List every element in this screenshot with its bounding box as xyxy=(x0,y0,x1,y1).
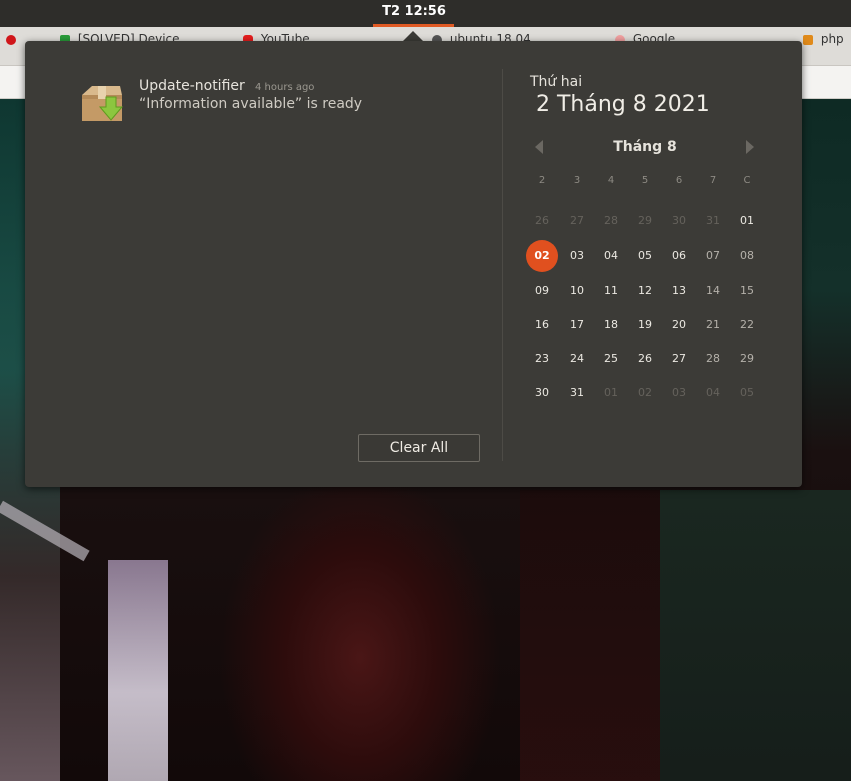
calendar-day[interactable]: 31 xyxy=(696,211,730,231)
calendar-day[interactable]: 20 xyxy=(662,315,696,335)
day-header: 4 xyxy=(607,175,615,186)
calendar-day[interactable]: 08 xyxy=(730,246,764,266)
calendar-day[interactable]: 01 xyxy=(594,383,628,403)
browser-tab-label: php xyxy=(820,32,844,46)
calendar-day[interactable]: 10 xyxy=(560,281,594,301)
calendar-weekday: Thứ hai xyxy=(530,74,583,90)
calendar-week-row: 26 27 28 29 30 31 01 xyxy=(525,211,765,231)
day-header: C xyxy=(743,175,751,186)
top-panel: T2 12:56 xyxy=(0,0,851,27)
calendar-day[interactable]: 30 xyxy=(525,383,559,403)
calendar-day[interactable]: 19 xyxy=(628,315,662,335)
calendar-day[interactable]: 28 xyxy=(696,349,730,369)
notification-calendar-popover: Update-notifier 4 hours ago “Information… xyxy=(25,41,802,487)
calendar-day[interactable]: 31 xyxy=(560,383,594,403)
notification-app-name: Update-notifier xyxy=(139,78,245,94)
panel-clock[interactable]: T2 12:56 xyxy=(375,4,453,19)
calendar-day[interactable]: 26 xyxy=(525,211,559,231)
calendar-day[interactable]: 13 xyxy=(662,281,696,301)
php-icon xyxy=(803,34,813,45)
calendar-day[interactable]: 18 xyxy=(594,315,628,335)
calendar-day[interactable]: 27 xyxy=(662,349,696,369)
day-header: 2 xyxy=(538,175,546,186)
calendar-day[interactable]: 12 xyxy=(628,281,662,301)
calendar-day[interactable]: 04 xyxy=(594,246,628,266)
day-header: 7 xyxy=(709,175,717,186)
day-header: 6 xyxy=(675,175,683,186)
day-header: 3 xyxy=(573,175,581,186)
calendar-day[interactable]: 03 xyxy=(560,246,594,266)
calendar-date: 2 Tháng 8 2021 xyxy=(536,92,710,117)
calendar-day[interactable]: 11 xyxy=(594,281,628,301)
calendar-day[interactable]: 09 xyxy=(525,281,559,301)
calendar-day-today[interactable]: 02 xyxy=(525,240,559,272)
browser-tab[interactable]: php xyxy=(803,32,851,62)
calendar-week-row: 16 17 18 19 20 21 22 xyxy=(525,315,765,335)
calendar-day[interactable]: 17 xyxy=(560,315,594,335)
calendar-day[interactable]: 07 xyxy=(696,246,730,266)
previous-month-arrow-icon[interactable] xyxy=(535,140,543,154)
calendar-day[interactable]: 30 xyxy=(662,211,696,231)
clear-all-button[interactable]: Clear All xyxy=(358,434,480,462)
calendar-week-row: 02 03 04 05 06 07 08 xyxy=(525,240,765,272)
calendar-day[interactable]: 15 xyxy=(730,281,764,301)
calendar-week-row: 30 31 01 02 03 04 05 xyxy=(525,383,765,403)
calendar-day[interactable]: 29 xyxy=(730,349,764,369)
calendar-day[interactable]: 29 xyxy=(628,211,662,231)
calendar-day[interactable]: 24 xyxy=(560,349,594,369)
calendar-day[interactable]: 04 xyxy=(696,383,730,403)
webcam-background-light xyxy=(108,560,168,781)
calendar-day-headers: 2 3 4 5 6 7 C xyxy=(525,171,765,191)
day-header: 5 xyxy=(641,175,649,186)
calendar-day[interactable]: 25 xyxy=(594,349,628,369)
calendar-day[interactable]: 26 xyxy=(628,349,662,369)
calendar-day[interactable]: 05 xyxy=(628,246,662,266)
popover-divider xyxy=(502,69,503,461)
calendar-day[interactable]: 05 xyxy=(730,383,764,403)
calendar-day[interactable]: 21 xyxy=(696,315,730,335)
calendar-month-title: Tháng 8 xyxy=(613,139,677,155)
record-icon xyxy=(6,34,16,45)
calendar-day[interactable]: 27 xyxy=(560,211,594,231)
calendar-day[interactable]: 28 xyxy=(594,211,628,231)
calendar-day[interactable]: 01 xyxy=(730,211,764,231)
next-month-arrow-icon[interactable] xyxy=(746,140,754,154)
webcam-background-door xyxy=(520,490,660,781)
calendar-week-row: 09 10 11 12 13 14 15 xyxy=(525,281,765,301)
notification-body[interactable]: “Information available” is ready xyxy=(139,96,362,112)
popover-arrow xyxy=(403,31,423,41)
calendar-day[interactable]: 03 xyxy=(662,383,696,403)
calendar-day[interactable]: 23 xyxy=(525,349,559,369)
calendar-day[interactable]: 02 xyxy=(628,383,662,403)
calendar-week-row: 23 24 25 26 27 28 29 xyxy=(525,349,765,369)
package-icon xyxy=(80,83,124,123)
webcam-background-wall xyxy=(660,490,851,781)
notification-time: 4 hours ago xyxy=(255,82,315,93)
calendar-day[interactable]: 16 xyxy=(525,315,559,335)
calendar-day[interactable]: 22 xyxy=(730,315,764,335)
calendar-day[interactable]: 06 xyxy=(662,246,696,266)
calendar-day[interactable]: 14 xyxy=(696,281,730,301)
clock-active-indicator xyxy=(373,24,454,27)
